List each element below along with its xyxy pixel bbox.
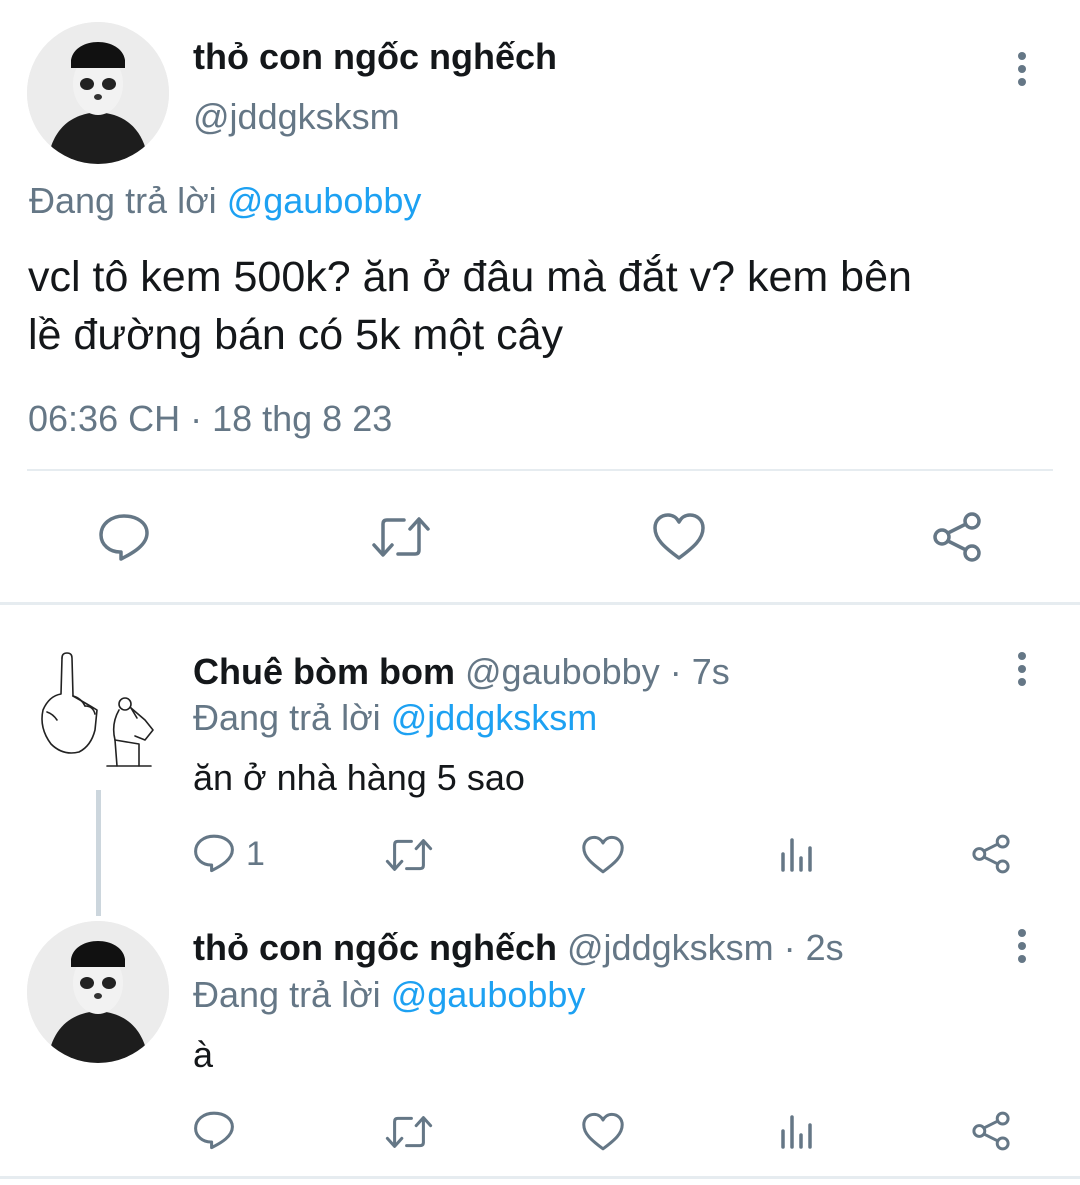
like-icon[interactable]	[652, 512, 706, 562]
reply-icon[interactable]	[193, 833, 235, 873]
reply-to-handle[interactable]: @jddgksksm	[391, 697, 598, 738]
reply-prefix: Đang trả lời	[29, 180, 217, 221]
reply-time[interactable]: · 7s	[660, 651, 730, 692]
retweet-icon[interactable]	[370, 512, 432, 562]
author-handle[interactable]: @jddgksksm	[193, 96, 400, 138]
author-avatar[interactable]	[27, 22, 169, 164]
divider	[27, 469, 1053, 471]
avatar-photo	[27, 921, 169, 1063]
share-icon[interactable]	[970, 1110, 1012, 1152]
reply-prefix: Đang trả lời	[193, 974, 381, 1015]
section-divider	[0, 602, 1080, 605]
analytics-icon[interactable]	[778, 836, 816, 874]
more-options-icon[interactable]	[1016, 652, 1028, 686]
more-options-icon[interactable]	[1016, 52, 1028, 86]
reply-count: 1	[246, 835, 265, 873]
reply-icon[interactable]	[98, 512, 150, 562]
reply-author-handle[interactable]: @jddgksksm	[567, 927, 774, 968]
avatar-drawing	[41, 652, 154, 767]
reply-avatar[interactable]	[27, 921, 169, 1063]
reply-avatar-drawing[interactable]	[27, 648, 169, 778]
reply-to-handle[interactable]: @gaubobby	[227, 180, 422, 221]
retweet-icon[interactable]	[384, 1112, 434, 1152]
tweet-text-line: lề đường bán có 5k một cây	[28, 311, 564, 359]
reply-text: à	[193, 1034, 214, 1075]
share-icon[interactable]	[970, 833, 1012, 875]
more-options-icon[interactable]	[1016, 929, 1028, 963]
reply-header: thỏ con ngốc nghếch @jddgksksm · 2s	[193, 927, 844, 969]
reply-context: Đang trả lời @jddgksksm	[193, 697, 597, 739]
author-name[interactable]: thỏ con ngốc nghếch	[193, 36, 557, 78]
reply-author-name[interactable]: thỏ con ngốc nghếch	[193, 927, 557, 968]
reply-context: Đang trả lời @gaubobby	[29, 180, 421, 222]
reply-to-handle[interactable]: @gaubobby	[391, 974, 586, 1015]
reply-header: Chuê bòm bom @gaubobby · 7s	[193, 651, 730, 693]
thread-connector	[96, 790, 101, 916]
retweet-icon[interactable]	[384, 835, 434, 875]
analytics-icon[interactable]	[778, 1113, 816, 1151]
bottom-divider	[0, 1176, 1080, 1179]
tweet-text-line: vcl tô kem 500k? ăn ở đâu mà đắt v? kem …	[28, 253, 912, 301]
tweet-text: vcl tô kem 500k? ăn ở đâu mà đắt v? kem …	[28, 248, 912, 364]
share-icon[interactable]	[930, 510, 984, 564]
tweet-timestamp[interactable]: 06:36 CH · 18 thg 8 23	[28, 398, 392, 440]
reply-icon[interactable]	[193, 1110, 235, 1150]
reply-text: ăn ở nhà hàng 5 sao	[193, 757, 525, 798]
reply-context: Đang trả lời @gaubobby	[193, 974, 585, 1016]
like-icon[interactable]	[581, 835, 625, 875]
avatar-photo	[27, 22, 169, 164]
reply-prefix: Đang trả lời	[193, 697, 381, 738]
reply-author-name[interactable]: Chuê bòm bom	[193, 651, 455, 692]
like-icon[interactable]	[581, 1112, 625, 1152]
reply-time[interactable]: · 2s	[774, 927, 844, 968]
reply-author-handle[interactable]: @gaubobby	[465, 651, 660, 692]
